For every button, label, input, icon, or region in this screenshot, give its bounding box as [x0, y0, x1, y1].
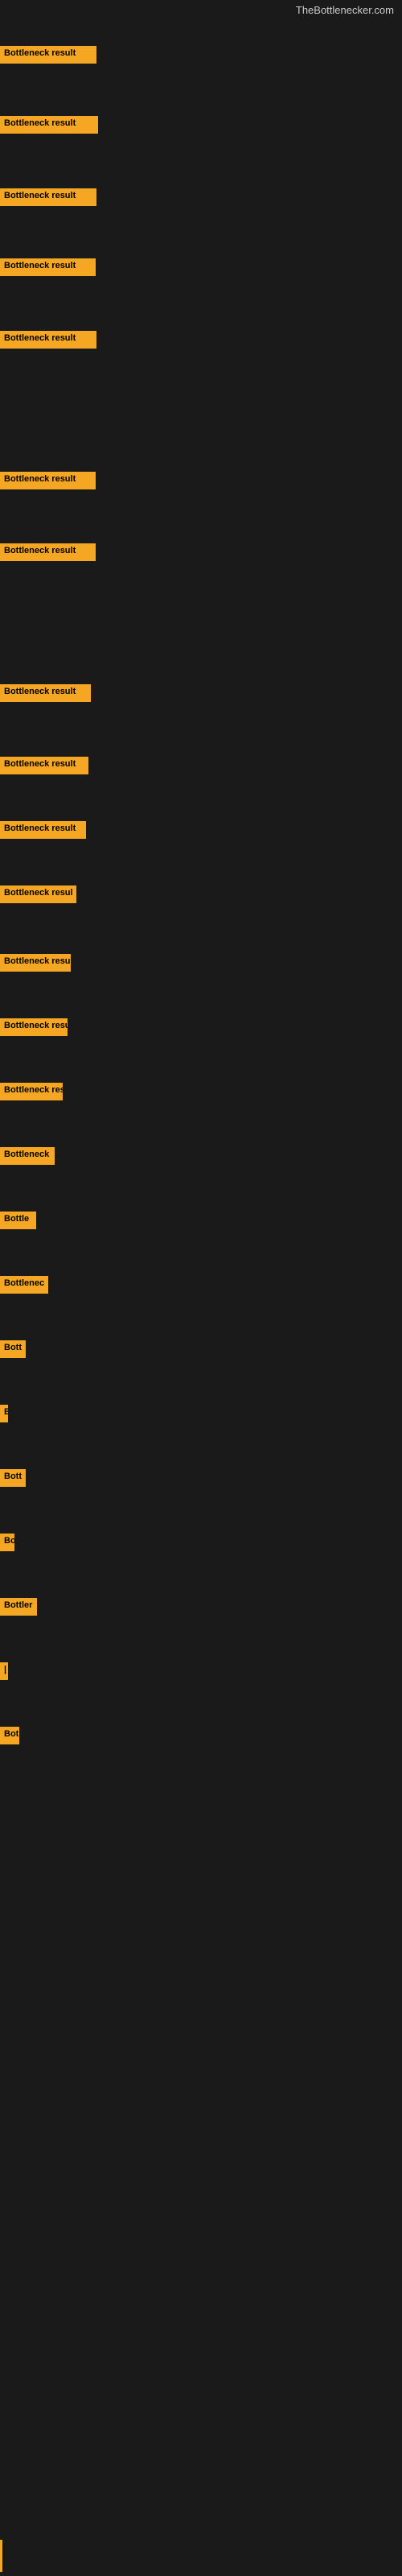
bottleneck-label-14: Bottleneck res: [0, 1083, 63, 1100]
bottleneck-label-3: Bottleneck result: [0, 188, 96, 206]
bottleneck-label-24: Bot: [0, 1727, 19, 1744]
bottleneck-label-17: Bottlenec: [0, 1276, 48, 1294]
bottleneck-label-19: B: [0, 1405, 8, 1422]
bottleneck-label-7: Bottleneck result: [0, 543, 96, 561]
bottleneck-label-5: Bottleneck result: [0, 331, 96, 349]
bottleneck-label-6: Bottleneck result: [0, 472, 96, 489]
bottleneck-label-4: Bottleneck result: [0, 258, 96, 276]
bottleneck-label-20: Bott: [0, 1469, 26, 1487]
bottleneck-label-23: |: [0, 1662, 8, 1680]
bottleneck-label-11: Bottleneck resul: [0, 886, 76, 903]
site-title: TheBottlenecker.com: [296, 4, 394, 16]
chart-line-1: [0, 2540, 2, 2572]
bottleneck-label-13: Bottleneck resu: [0, 1018, 68, 1036]
bottleneck-label-18: Bott: [0, 1340, 26, 1358]
bottleneck-label-2: Bottleneck result: [0, 116, 98, 134]
bottleneck-label-16: Bottle: [0, 1212, 36, 1229]
bottleneck-label-9: Bottleneck result: [0, 757, 88, 774]
bottleneck-label-22: Bottler: [0, 1598, 37, 1616]
bottleneck-label-12: Bottleneck resu: [0, 954, 71, 972]
bottleneck-label-8: Bottleneck result: [0, 684, 91, 702]
bottleneck-label-15: Bottleneck: [0, 1147, 55, 1165]
bottleneck-label-1: Bottleneck result: [0, 46, 96, 64]
bottleneck-label-21: Bo: [0, 1534, 14, 1551]
bottleneck-label-10: Bottleneck result: [0, 821, 86, 839]
